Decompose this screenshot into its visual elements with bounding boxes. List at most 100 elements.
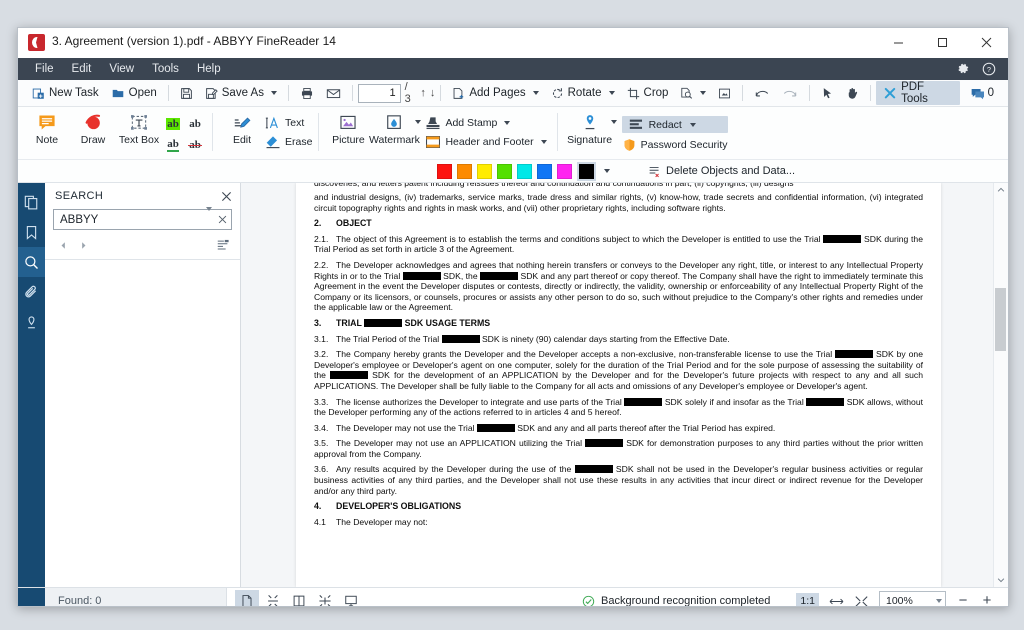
redo-button[interactable]	[776, 82, 804, 104]
zoom-in-button[interactable]: +	[980, 593, 994, 606]
chevron-down-icon[interactable]	[608, 91, 615, 95]
minimize-button[interactable]	[876, 28, 920, 57]
search-clear-icon[interactable]	[218, 215, 227, 224]
chevron-down-icon[interactable]	[689, 122, 696, 127]
chevron-down-icon[interactable]	[610, 120, 617, 124]
email-button[interactable]	[320, 82, 347, 104]
scroll-up-button[interactable]	[994, 183, 1008, 197]
extract-button[interactable]	[712, 82, 737, 104]
vertical-scrollbar[interactable]	[993, 183, 1008, 587]
redact-button[interactable]: Redact	[621, 116, 728, 133]
new-task-button[interactable]: New Task	[26, 82, 105, 104]
undo-button[interactable]	[748, 82, 776, 104]
add-pages-button[interactable]: Add Pages	[446, 82, 544, 104]
underline-tool[interactable]: ab	[167, 138, 179, 152]
color-swatch-yellow[interactable]	[477, 163, 492, 179]
draw-tool[interactable]: Draw	[70, 110, 116, 146]
color-swatch-cyan[interactable]	[517, 163, 532, 179]
presentation-icon[interactable]	[339, 590, 363, 606]
save-button[interactable]	[174, 82, 199, 104]
delete-objects-button[interactable]: Delete Objects and Data...	[648, 165, 795, 178]
menu-edit[interactable]: Edit	[63, 58, 101, 80]
crop-button[interactable]: Crop	[621, 82, 675, 104]
gear-icon[interactable]	[956, 62, 970, 76]
scrollbar-thumb[interactable]	[995, 288, 1006, 351]
color-swatch-green[interactable]	[497, 163, 512, 179]
picture-tool[interactable]: Picture	[325, 110, 371, 146]
application-window: 3. Agreement (version 1).pdf - ABBYY Fin…	[17, 27, 1009, 607]
sidebar-item-search[interactable]	[18, 247, 45, 277]
page-navigator: 1 / 3 ↑ ↓	[357, 81, 436, 105]
sidebar-item-bookmarks[interactable]	[18, 217, 45, 247]
search-prev-button[interactable]	[53, 241, 73, 250]
color-swatch-orange[interactable]	[457, 163, 472, 179]
search-panel-close-icon[interactable]	[221, 191, 232, 202]
sidebar-item-signatures[interactable]	[18, 307, 45, 337]
menu-file[interactable]: File	[26, 58, 63, 80]
text-box-tool[interactable]: Text Box	[116, 110, 162, 146]
page-number-input[interactable]: 1	[357, 83, 401, 103]
previous-page-button[interactable]: ↑	[420, 87, 426, 99]
chevron-down-icon[interactable]	[415, 120, 422, 124]
header-footer-tool[interactable]: Header and Footer	[425, 135, 547, 149]
open-button[interactable]: Open	[105, 82, 163, 104]
password-security-button[interactable]: Password Security	[622, 138, 728, 152]
print-button[interactable]	[294, 82, 320, 104]
document-viewer[interactable]: discoveries, and letters patent includin…	[241, 183, 1008, 587]
preview-button[interactable]	[674, 82, 712, 104]
chevron-down-icon[interactable]	[532, 91, 539, 95]
fit-page-icon[interactable]	[854, 595, 869, 606]
menu-tools[interactable]: Tools	[143, 58, 188, 80]
comments-button[interactable]: 0	[964, 82, 1000, 104]
search-options-icon[interactable]	[216, 238, 230, 252]
text-tool[interactable]: Text	[265, 116, 312, 130]
menu-help[interactable]: Help	[188, 58, 230, 80]
rotate-button[interactable]: Rotate	[545, 82, 621, 104]
color-swatch-black-selected[interactable]	[577, 161, 596, 181]
close-button[interactable]	[964, 28, 1008, 57]
continuous-icon[interactable]	[261, 590, 285, 606]
signature-tool[interactable]: Signature	[564, 110, 617, 146]
maximize-button[interactable]	[920, 28, 964, 57]
chevron-down-icon[interactable]	[270, 91, 277, 95]
sidebar-item-attachments[interactable]	[18, 277, 45, 307]
zoom-out-button[interactable]: −	[956, 593, 970, 606]
add-stamp-tool[interactable]: Add Stamp	[425, 116, 546, 130]
zoom-select[interactable]: 100%	[879, 591, 946, 606]
save-as-button[interactable]: Save As	[199, 82, 283, 104]
highlight-tool[interactable]: ab	[166, 117, 180, 130]
pdf-tools-button[interactable]: PDF Tools	[876, 81, 960, 105]
redaction-box	[574, 465, 613, 474]
erase-tool[interactable]: Erase	[265, 135, 312, 149]
color-swatch-blue[interactable]	[537, 163, 552, 179]
help-icon[interactable]: ?	[982, 62, 996, 76]
search-next-button[interactable]	[73, 241, 93, 250]
watermark-tool[interactable]: Watermark	[369, 110, 422, 146]
strikeout-top-tool[interactable]: ab	[189, 118, 201, 130]
menu-view[interactable]: View	[100, 58, 143, 80]
chevron-down-icon[interactable]	[540, 140, 547, 144]
edit-tool[interactable]: Edit	[219, 110, 265, 146]
chevron-down-icon[interactable]	[700, 91, 707, 95]
two-page-continuous-icon[interactable]	[313, 590, 337, 606]
color-dropdown-icon[interactable]	[604, 169, 610, 173]
single-page-icon[interactable]	[235, 590, 259, 606]
two-page-icon[interactable]	[287, 590, 311, 606]
search-results-list	[45, 260, 240, 520]
chevron-down-icon[interactable]	[504, 121, 511, 125]
next-page-button[interactable]: ↓	[430, 87, 436, 99]
fit-width-icon[interactable]	[829, 595, 844, 607]
search-history-dropdown-icon[interactable]	[203, 206, 212, 229]
actual-size-button[interactable]: 1:1	[796, 593, 819, 606]
strikethrough-tool[interactable]: ab	[188, 139, 202, 151]
note-tool[interactable]: Note	[24, 110, 70, 146]
sidebar-item-pages[interactable]	[18, 187, 45, 217]
search-input[interactable]: ABBYY	[53, 206, 232, 230]
color-swatch-red[interactable]	[437, 163, 452, 179]
hand-tool-button[interactable]	[840, 82, 865, 104]
select-tool-button[interactable]	[815, 82, 840, 104]
clipped-line: discoveries, and letters patent includin…	[314, 183, 923, 190]
chevron-down-icon[interactable]	[936, 599, 942, 603]
color-swatch-magenta[interactable]	[557, 163, 572, 179]
scroll-down-button[interactable]	[994, 573, 1008, 587]
